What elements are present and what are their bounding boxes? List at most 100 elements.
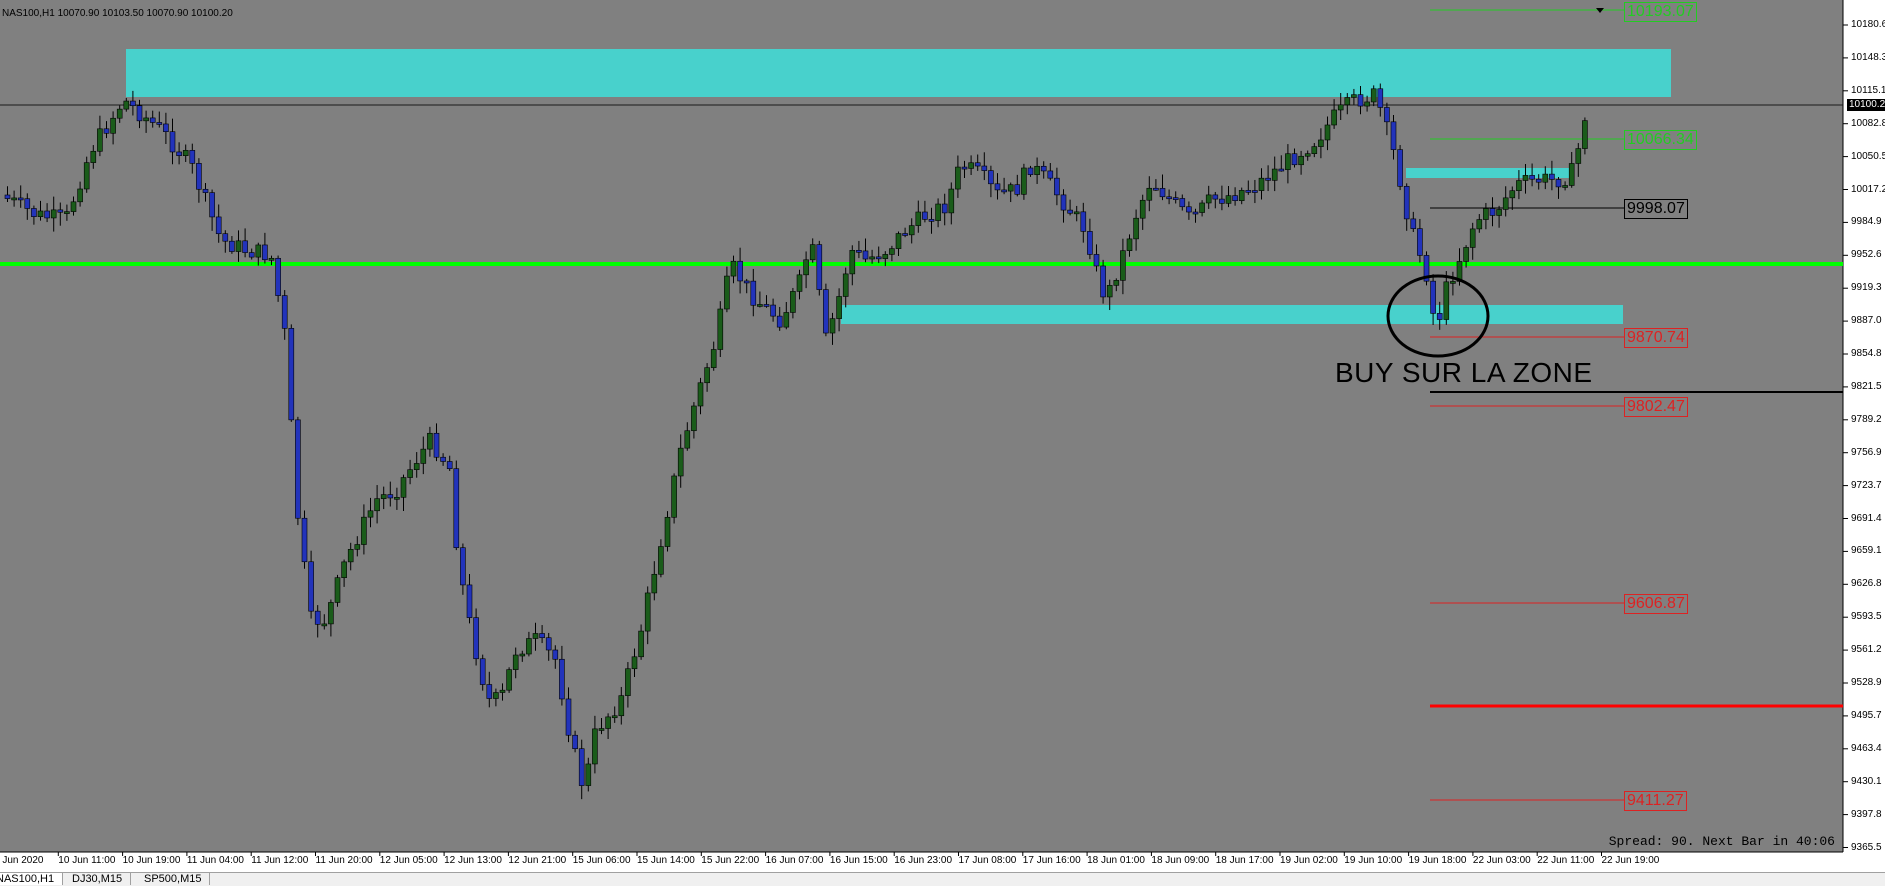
price-axis-label: 9463.4: [1851, 742, 1882, 754]
candle-body: [268, 257, 275, 261]
candle-body: [1113, 280, 1120, 286]
candle-body: [757, 304, 763, 307]
candle-body: [1483, 208, 1489, 220]
candle-body: [222, 233, 229, 242]
price-axis-label: 10115.1: [1851, 84, 1885, 96]
candle-body: [526, 638, 532, 655]
candle-body: [1529, 175, 1535, 180]
candle-body: [1582, 120, 1588, 149]
candle-body: [763, 304, 770, 307]
candle-body: [1496, 209, 1502, 216]
candle-body: [750, 280, 757, 306]
candle-body: [1430, 280, 1436, 314]
candle-body: [446, 461, 453, 469]
time-axis-label: 10 Jun 19:00: [122, 855, 181, 866]
price-axis-label: 10082.8: [1851, 117, 1885, 129]
time-axis-label: 11 Jun 04:00: [186, 855, 244, 866]
demand-zone[interactable]: [841, 305, 1623, 324]
candle-body: [77, 188, 83, 203]
candle-body: [50, 209, 57, 219]
price-axis-label: 9919.3: [1851, 282, 1882, 294]
candle-body: [691, 405, 697, 432]
candle-body: [737, 260, 743, 282]
candle-body: [1304, 153, 1311, 157]
tab-nas100[interactable]: NAS100,H1: [0, 873, 64, 885]
candle-body: [644, 592, 651, 632]
candle-body: [1522, 175, 1529, 181]
level-tag: 9606.87: [1624, 594, 1688, 614]
candle-body: [420, 448, 427, 464]
candle-body: [658, 546, 664, 575]
time-axis-label: 18 Jun 09:00: [1151, 855, 1210, 866]
candle-body: [1410, 218, 1417, 229]
candle-body: [1021, 167, 1027, 195]
candle-body: [1080, 211, 1087, 232]
candle-body: [968, 162, 974, 169]
candle-body: [796, 274, 803, 292]
candle-body: [631, 656, 638, 670]
price-axis-label: 10148.3: [1851, 51, 1885, 63]
candle-body: [1199, 202, 1205, 213]
candle-body: [1463, 247, 1469, 262]
candle-body: [988, 170, 994, 185]
time-axis-label: 10 Jun 11:00: [58, 855, 116, 866]
level-tag: 9802.47: [1624, 397, 1688, 417]
candle-body: [387, 494, 394, 499]
candle-body: [1436, 313, 1443, 320]
candle-body: [440, 456, 446, 462]
price-axis-label: 9365.5: [1851, 841, 1882, 853]
candle-body: [182, 150, 189, 156]
candle-body: [1100, 265, 1106, 298]
tab-sp500[interactable]: SP500,M15: [136, 873, 211, 885]
candle-body: [1384, 107, 1390, 123]
time-axis-label: 22 Jun 11:00: [1537, 855, 1595, 866]
candle-body: [717, 308, 724, 350]
candle-body: [44, 210, 50, 219]
price-axis-label: 9984.9: [1851, 216, 1882, 228]
candle-body: [585, 763, 592, 786]
time-axis-label: 19 Jun 02:00: [1280, 855, 1338, 866]
candle-body: [31, 208, 37, 217]
time-axis-label: 22 Jun 03:00: [1472, 855, 1531, 866]
candle-body: [308, 561, 314, 612]
candle-body: [704, 367, 710, 384]
candle-body: [413, 463, 420, 470]
candle-body: [83, 162, 90, 190]
candle-body: [770, 304, 776, 317]
time-axis-label: 12 Jun 05:00: [379, 855, 438, 866]
tab-dj30[interactable]: DJ30,M15: [64, 873, 132, 885]
candle-body: [37, 210, 44, 217]
level-tag: 10066.34: [1624, 130, 1697, 150]
price-axis-label: 9691.4: [1851, 512, 1882, 524]
candle-body: [248, 252, 255, 258]
candle-body: [875, 256, 882, 260]
candle-body: [684, 430, 691, 449]
candle-body: [1555, 179, 1562, 188]
candle-body: [598, 728, 605, 731]
candle-body: [776, 315, 783, 328]
candle-body: [1146, 187, 1153, 201]
time-axis-label: 15 Jun 06:00: [572, 855, 631, 866]
candle-body: [116, 108, 123, 119]
candle-body: [638, 630, 644, 658]
candle-body: [1509, 190, 1516, 199]
candle-body: [1172, 197, 1179, 200]
candle-body: [1285, 153, 1291, 170]
candle-body: [1252, 190, 1258, 193]
candle-body: [1159, 188, 1166, 198]
candle-body: [64, 211, 70, 214]
candle-body: [981, 165, 988, 171]
candle-body: [400, 477, 407, 498]
candle-body: [908, 225, 915, 236]
candle-body: [1047, 170, 1054, 179]
price-axis-label: 10050.5: [1851, 150, 1885, 162]
candle-body: [1106, 285, 1113, 298]
candle-body: [242, 240, 248, 253]
candle-body: [869, 256, 875, 260]
resistance-zone-top[interactable]: [126, 49, 1671, 97]
candle-body: [1502, 197, 1509, 210]
candle-body: [460, 547, 466, 586]
candle-body: [1469, 228, 1476, 248]
price-axis-label: 9723.7: [1851, 479, 1882, 491]
price-chart[interactable]: [0, 0, 1885, 885]
